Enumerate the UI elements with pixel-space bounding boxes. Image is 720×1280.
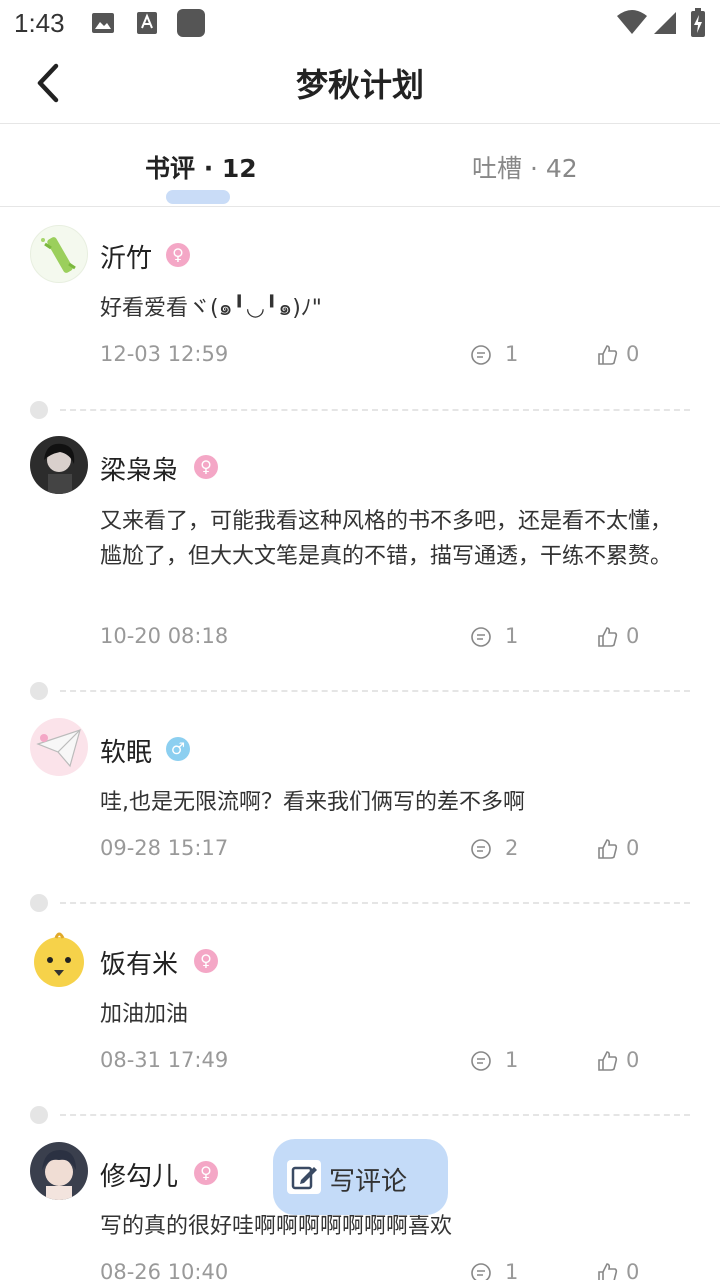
comment-text: 又来看了，可能我看这种风格的书不多吧，还是看不太懂，尴尬了，但大大文笔是真的不错… <box>100 509 673 569</box>
username[interactable]: 沂竹 <box>100 238 152 275</box>
like-count: 0 <box>626 342 640 366</box>
comment-divider <box>30 894 692 912</box>
comment-text: 加油加油 <box>100 1002 189 1027</box>
username[interactable]: 饭有米 <box>100 944 178 981</box>
like-icon[interactable] <box>596 344 618 371</box>
reply-icon[interactable] <box>470 344 492 371</box>
comment-meta: 08-26 10:40 1 0 <box>100 1260 660 1280</box>
like-count: 0 <box>626 624 640 648</box>
comment-meta: 10-20 08:18 1 0 <box>100 624 660 648</box>
reply-count: 1 <box>505 1260 519 1280</box>
paper-plane-avatar-icon <box>36 729 81 768</box>
comment-divider <box>30 401 692 419</box>
comment-time: 10-20 08:18 <box>100 624 229 648</box>
edit-icon <box>287 1160 321 1194</box>
write-comment-label: 写评论 <box>329 1167 408 1197</box>
reply-count: 1 <box>505 1048 519 1072</box>
app-square-icon <box>176 8 206 42</box>
comment-divider <box>30 1106 692 1124</box>
like-icon[interactable] <box>596 626 618 653</box>
battery-charging-icon <box>690 8 706 42</box>
portrait-avatar-icon <box>42 1150 76 1200</box>
male-icon: ♂ <box>166 737 190 761</box>
comment-meta: 12-03 12:59 1 0 <box>100 342 660 366</box>
app-header: 梦秋计划 <box>0 48 720 124</box>
like-count: 0 <box>626 1048 640 1072</box>
username[interactable]: 修勾儿 <box>100 1156 178 1193</box>
bamboo-avatar-icon <box>41 237 76 273</box>
comment-time: 08-31 17:49 <box>100 1048 229 1072</box>
female-icon: ♀ <box>194 455 218 479</box>
status-time: 1:43 <box>14 8 65 38</box>
female-icon: ♀ <box>194 1161 218 1185</box>
like-count: 0 <box>626 836 640 860</box>
username[interactable]: 软眠 <box>100 732 152 769</box>
like-icon[interactable] <box>596 1050 618 1077</box>
comment-time: 08-26 10:40 <box>100 1260 229 1280</box>
comment-divider <box>30 682 692 700</box>
comment-meta: 08-31 17:49 1 0 <box>100 1048 660 1072</box>
tab-bar: 书评 · 12 吐槽 · 42 <box>0 125 720 207</box>
active-tab-indicator <box>166 190 230 204</box>
signal-icon <box>652 10 678 40</box>
reply-count: 2 <box>505 836 519 860</box>
avatar[interactable] <box>30 930 88 988</box>
comment-text: 哇,也是无限流啊？看来我们俩写的差不多啊 <box>100 790 525 815</box>
comment-time: 09-28 15:17 <box>100 836 229 860</box>
username[interactable]: 梁枭枭 <box>100 450 178 487</box>
avatar[interactable] <box>30 718 88 776</box>
avatar[interactable] <box>30 1142 88 1200</box>
reply-icon[interactable] <box>470 626 492 653</box>
like-icon[interactable] <box>596 1262 618 1280</box>
font-icon <box>134 10 160 40</box>
reply-icon[interactable] <box>470 1050 492 1077</box>
write-comment-button[interactable]: 写评论 <box>273 1139 448 1215</box>
portrait-avatar-icon <box>44 443 75 494</box>
reply-count: 1 <box>505 342 519 366</box>
gallery-icon <box>90 10 116 40</box>
comment-time: 12-03 12:59 <box>100 342 229 366</box>
like-count: 0 <box>626 1260 640 1280</box>
reply-icon[interactable] <box>470 838 492 865</box>
tab-complaints[interactable]: 吐槽 · 42 <box>472 149 578 185</box>
like-icon[interactable] <box>596 838 618 865</box>
avatar[interactable] <box>30 436 88 494</box>
reply-icon[interactable] <box>470 1262 492 1280</box>
female-icon: ♀ <box>194 949 218 973</box>
avatar[interactable] <box>30 225 88 283</box>
tab-book-reviews[interactable]: 书评 · 12 <box>145 149 257 185</box>
chick-avatar-icon <box>34 932 84 987</box>
wifi-icon <box>616 10 648 40</box>
comment-text: 好看爱看ヾ(๑╹◡╹๑)ﾉ" <box>100 296 322 321</box>
comment-meta: 09-28 15:17 2 0 <box>100 836 660 860</box>
page-title: 梦秋计划 <box>295 66 424 104</box>
reply-count: 1 <box>505 624 519 648</box>
status-bar: 1:43 <box>0 0 720 48</box>
female-icon: ♀ <box>166 243 190 267</box>
